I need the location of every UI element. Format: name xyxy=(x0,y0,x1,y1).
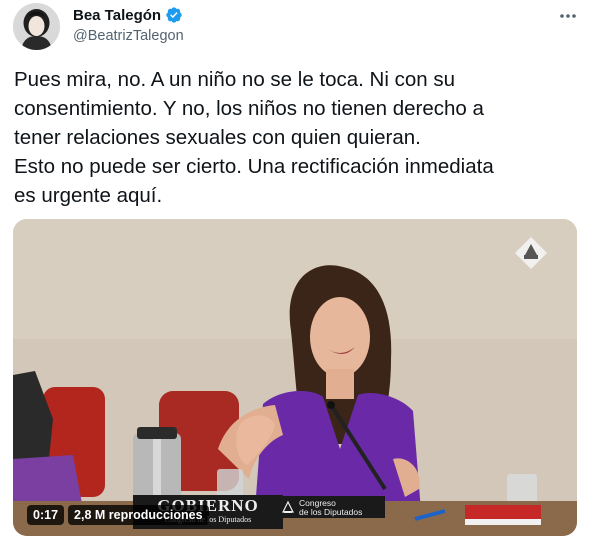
tweet-text-line: Esto no puede ser cierto. Una rectificac… xyxy=(14,155,494,178)
tweet-text: Pues mira, no. A un niño no se le toca. … xyxy=(14,65,584,210)
video-time: 0:17 xyxy=(27,505,65,525)
avatar[interactable] xyxy=(13,3,60,50)
tweet-text-line: es urgente aquí. xyxy=(14,184,163,207)
congreso-placard: Congreso de los Diputados xyxy=(275,496,385,518)
tweet-card: Bea Talegón @BeatrizTalegon Pues mira, n… xyxy=(0,0,596,542)
more-dots-icon[interactable] xyxy=(558,6,578,26)
video-player[interactable]: GOBIERNO Congreso de los Diputados Congr… xyxy=(13,219,577,536)
video-overlay: 0:17 2,8 M reproducciones xyxy=(27,505,209,525)
verified-badge-icon xyxy=(166,7,182,23)
name-row: Bea Talegón xyxy=(73,5,184,25)
tweet-text-line: tener relaciones sexuales con quien quie… xyxy=(14,126,421,149)
tweet-text-line: Pues mira, no. A un niño no se le toca. … xyxy=(14,68,456,91)
tweet-text-line: consentimiento. Y no, los niños no tiene… xyxy=(14,97,484,120)
author-block: Bea Talegón @BeatrizTalegon xyxy=(73,5,184,45)
video-frame xyxy=(13,219,577,536)
placard-right-line2: de los Diputados xyxy=(299,507,363,517)
user-handle[interactable]: @BeatrizTalegon xyxy=(73,28,184,44)
profile-photo-icon xyxy=(13,3,60,50)
congreso-emblem-icon xyxy=(282,500,294,513)
view-count: 2,8 M reproducciones xyxy=(68,505,209,525)
channel-logo-icon xyxy=(515,237,547,269)
display-name[interactable]: Bea Talegón xyxy=(73,7,161,24)
